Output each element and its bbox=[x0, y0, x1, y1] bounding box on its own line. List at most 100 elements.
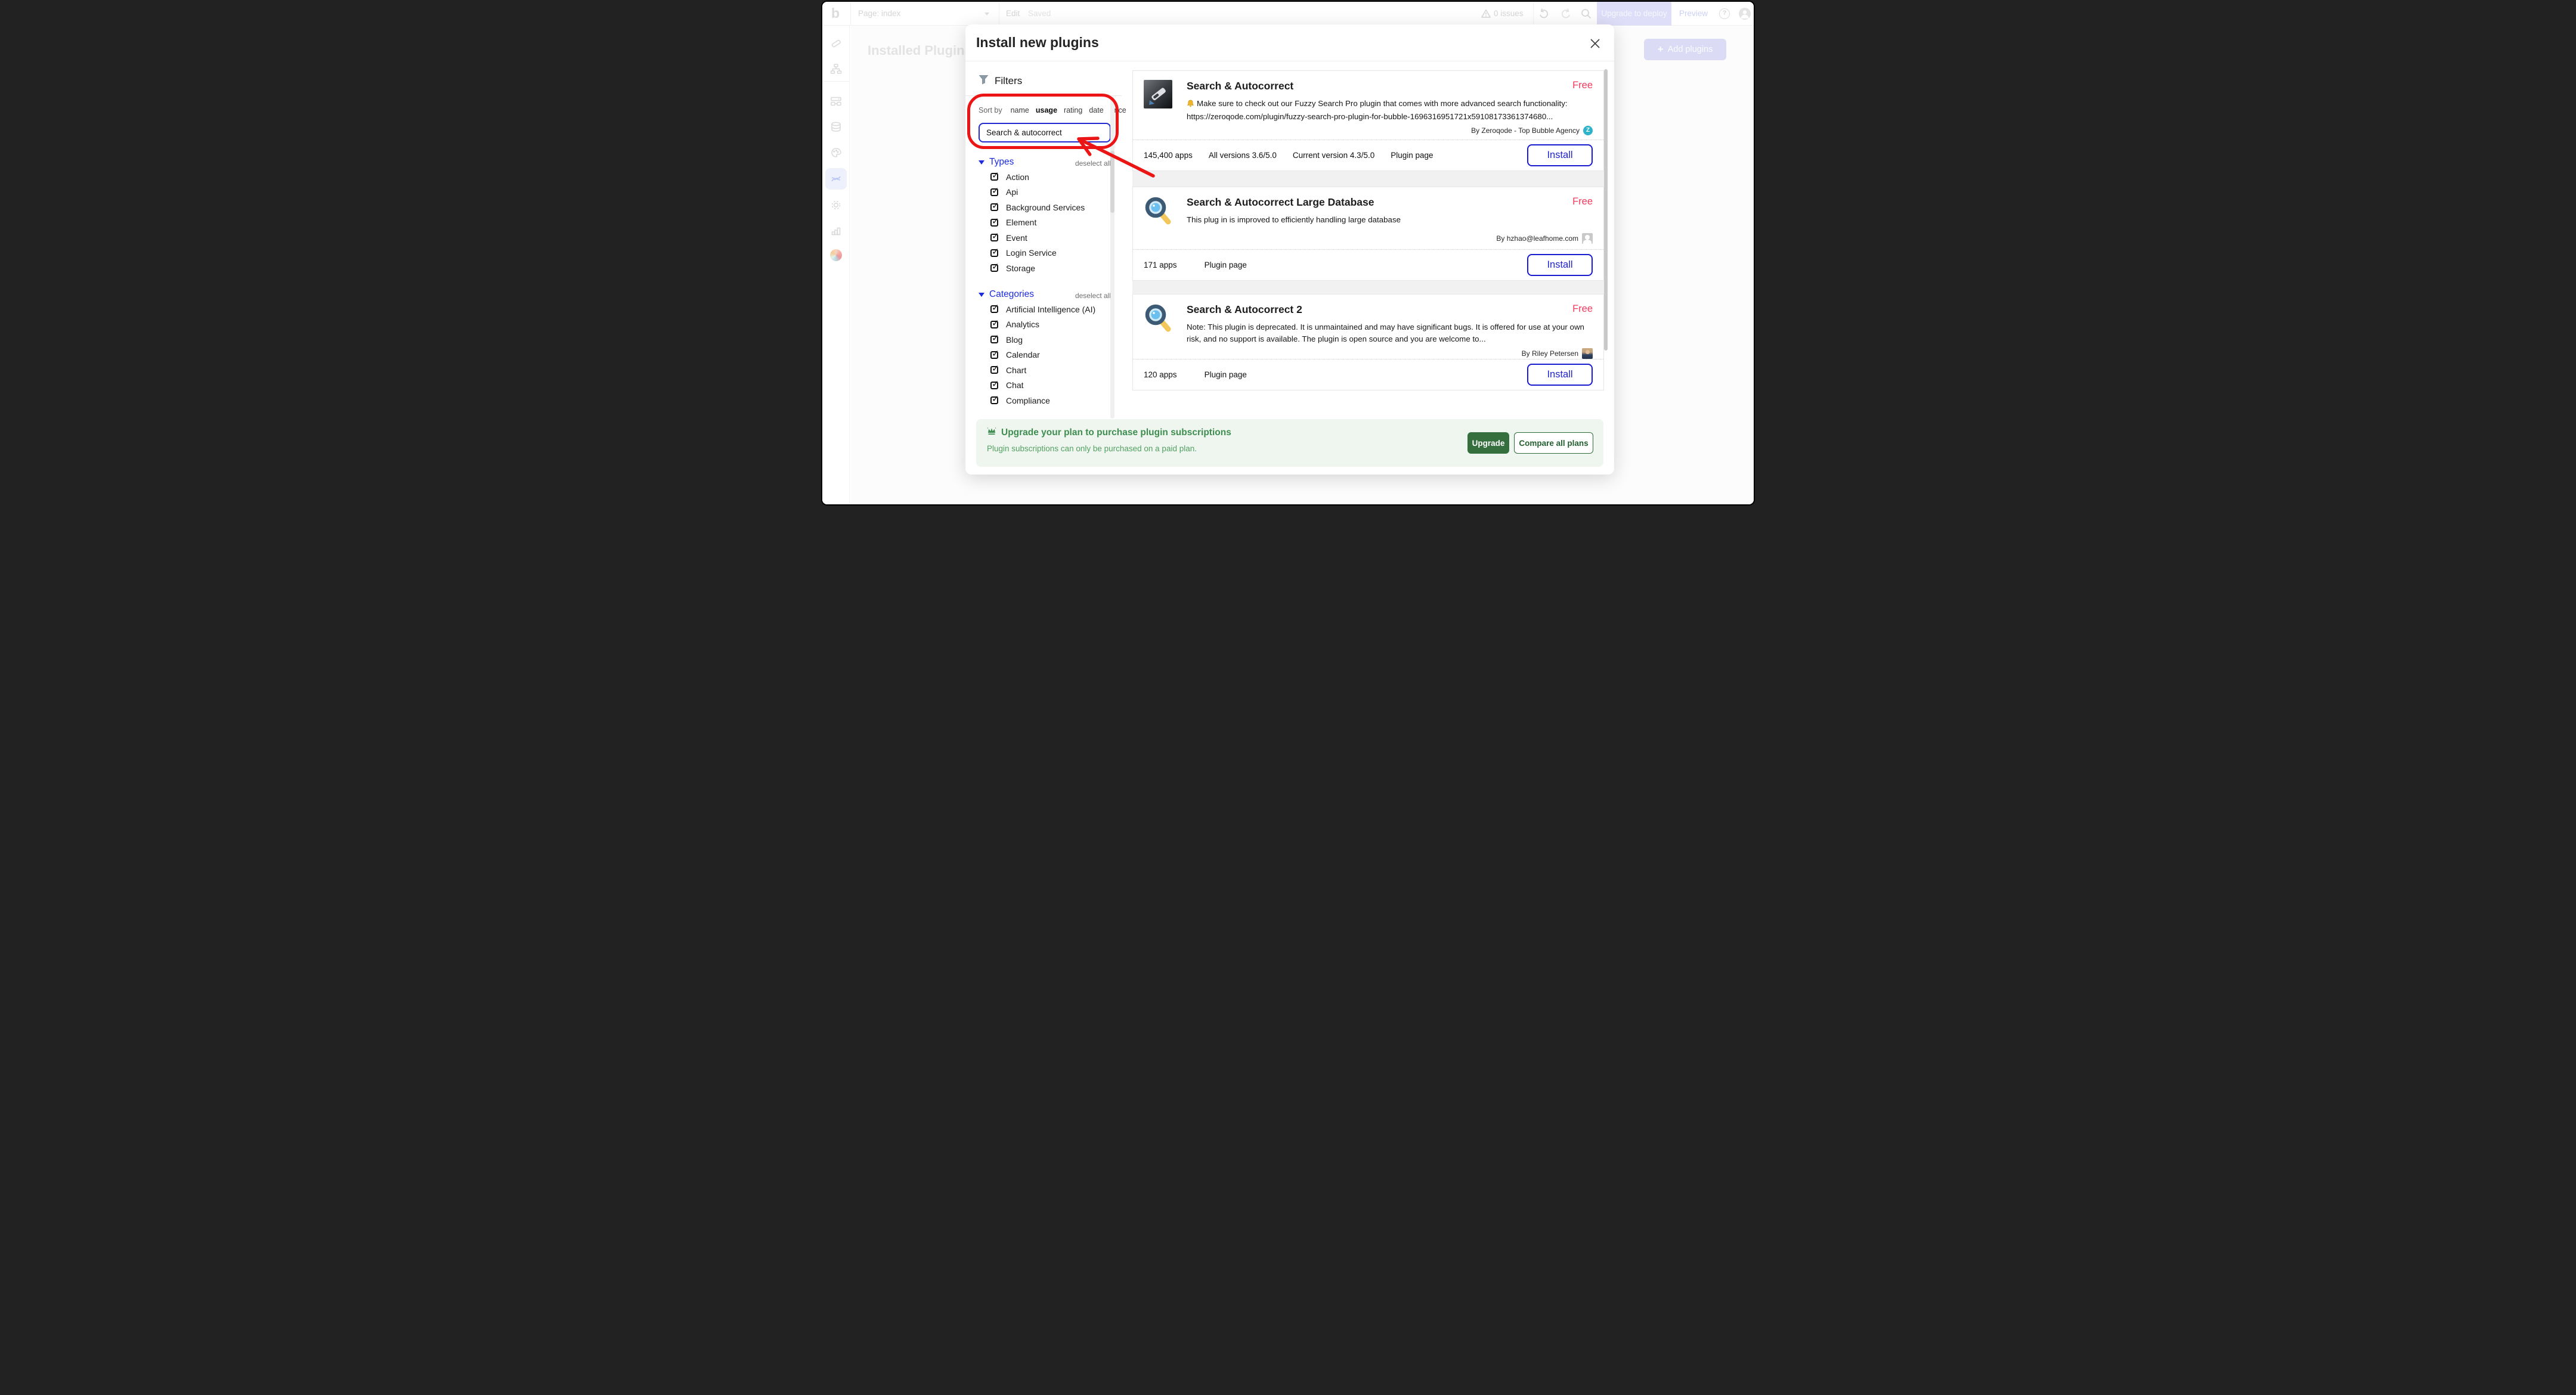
filters-scrollbar-thumb[interactable] bbox=[1110, 151, 1114, 213]
filters-title: Filters bbox=[995, 75, 1022, 87]
category-checkbox-row[interactable]: Chat bbox=[990, 378, 1095, 393]
logs-chart-icon[interactable] bbox=[830, 225, 842, 237]
checkbox-checked-icon[interactable] bbox=[990, 382, 998, 389]
issues-count[interactable]: 0 issues bbox=[1494, 2, 1524, 26]
chevron-down-icon[interactable] bbox=[984, 13, 989, 16]
checkbox-label: Background Services bbox=[1006, 203, 1085, 212]
category-checkbox-row[interactable]: Blog bbox=[990, 332, 1095, 348]
plugins-icon[interactable] bbox=[830, 173, 842, 185]
undo-icon[interactable] bbox=[1538, 8, 1550, 20]
checkbox-checked-icon[interactable] bbox=[990, 203, 998, 211]
type-checkbox-row[interactable]: Api bbox=[990, 185, 1085, 200]
checkbox-label: Artificial Intelligence (AI) bbox=[1006, 305, 1095, 314]
preview-button[interactable]: Preview bbox=[1679, 2, 1708, 26]
app-logo[interactable] bbox=[830, 249, 842, 261]
search-icon[interactable] bbox=[1580, 8, 1592, 20]
checkbox-checked-icon[interactable] bbox=[990, 396, 998, 404]
plugin-name[interactable]: Search & Autocorrect bbox=[1187, 80, 1293, 92]
type-checkbox-row[interactable]: Event bbox=[990, 230, 1085, 246]
plugin-name[interactable]: Search & Autocorrect 2 bbox=[1187, 303, 1302, 316]
app-window: b Page: index Edit Saved 0 issues Upgrad… bbox=[821, 1, 1755, 506]
data-tab-icon[interactable] bbox=[830, 95, 842, 107]
type-checkbox-row[interactable]: Storage bbox=[990, 261, 1085, 276]
page-selector[interactable]: Page: index bbox=[858, 2, 900, 26]
type-checkbox-row[interactable]: Action bbox=[990, 169, 1085, 185]
checkbox-checked-icon[interactable] bbox=[990, 188, 998, 196]
category-checkbox-row[interactable]: Artificial Intelligence (AI) bbox=[990, 302, 1095, 317]
type-checkbox-row[interactable]: Element bbox=[990, 215, 1085, 231]
sort-by-label: Sort by bbox=[979, 106, 1002, 114]
category-checkbox-row[interactable]: Compliance bbox=[990, 393, 1095, 408]
filters-scrollbar-track[interactable] bbox=[1110, 97, 1114, 418]
type-checkbox-row[interactable]: Login Service bbox=[990, 246, 1085, 261]
plugin-card: Search & Autocorrect 2 Free Note: This p… bbox=[1132, 294, 1604, 390]
categories-section-header[interactable]: Categories bbox=[979, 289, 1034, 300]
install-button[interactable]: Install bbox=[1527, 144, 1593, 166]
install-plugins-modal: Install new plugins Filters Sort by name… bbox=[965, 24, 1614, 475]
author-photo-avatar bbox=[1582, 348, 1593, 359]
styles-palette-icon[interactable] bbox=[830, 147, 842, 159]
checkbox-checked-icon[interactable] bbox=[990, 366, 998, 374]
sort-option-name[interactable]: name bbox=[1011, 106, 1029, 114]
category-checkbox-row[interactable]: Calendar bbox=[990, 348, 1095, 363]
byline-text[interactable]: By hzhao@leafhome.com bbox=[1496, 234, 1578, 243]
categories-deselect-all[interactable]: deselect all bbox=[1075, 292, 1111, 300]
checkbox-label: Blog bbox=[1006, 335, 1023, 345]
checkbox-checked-icon[interactable] bbox=[990, 173, 998, 181]
left-sidebar bbox=[822, 26, 850, 506]
checkbox-checked-icon[interactable] bbox=[990, 336, 998, 343]
design-icon[interactable] bbox=[830, 38, 842, 49]
types-deselect-all[interactable]: deselect all bbox=[1075, 159, 1111, 168]
plugin-card-body: Search & Autocorrect Large Database Free… bbox=[1144, 196, 1593, 244]
add-plugins-button[interactable]: + Add plugins bbox=[1644, 39, 1726, 60]
install-button[interactable]: Install bbox=[1527, 364, 1593, 386]
upgrade-button[interactable]: Upgrade bbox=[1467, 432, 1509, 454]
checkbox-checked-icon[interactable] bbox=[990, 305, 998, 313]
checkbox-checked-icon[interactable] bbox=[990, 234, 998, 241]
checkbox-checked-icon[interactable] bbox=[990, 351, 998, 359]
plugin-page-link[interactable]: Plugin page bbox=[1205, 261, 1247, 269]
upgrade-to-deploy-button[interactable]: Upgrade to deploy bbox=[1597, 2, 1671, 26]
types-section-header[interactable]: Types bbox=[979, 157, 1014, 168]
sort-option-date[interactable]: date bbox=[1089, 106, 1103, 114]
plugin-list-scrollbar-thumb[interactable] bbox=[1604, 69, 1608, 351]
checkbox-checked-icon[interactable] bbox=[990, 249, 998, 257]
apps-count: 171 apps bbox=[1144, 261, 1177, 269]
category-checkbox-row[interactable]: Analytics bbox=[990, 317, 1095, 333]
crown-icon bbox=[987, 427, 996, 439]
checkbox-checked-icon[interactable] bbox=[990, 219, 998, 227]
workflow-icon[interactable] bbox=[830, 63, 842, 75]
plus-icon: + bbox=[1658, 44, 1664, 55]
type-checkbox-row[interactable]: Background Services bbox=[990, 200, 1085, 215]
plugin-page-link[interactable]: Plugin page bbox=[1205, 370, 1247, 379]
top-toolbar: b Page: index Edit Saved 0 issues Upgrad… bbox=[822, 2, 1754, 26]
redo-icon[interactable] bbox=[1560, 8, 1572, 20]
category-checkbox-row[interactable]: Chart bbox=[990, 362, 1095, 378]
checkbox-checked-icon[interactable] bbox=[990, 264, 998, 272]
plugin-page-link[interactable]: Plugin page bbox=[1391, 151, 1433, 160]
close-icon[interactable] bbox=[1589, 38, 1601, 49]
warning-triangle-icon bbox=[1481, 8, 1493, 20]
toolbar-divider bbox=[1533, 2, 1534, 26]
checkbox-checked-icon[interactable] bbox=[990, 321, 998, 328]
user-avatar[interactable] bbox=[1739, 8, 1751, 20]
plugin-card-body: Search & Autocorrect Free Make sure to c… bbox=[1144, 80, 1593, 135]
plugin-search-input[interactable] bbox=[979, 123, 1111, 142]
install-button[interactable]: Install bbox=[1527, 254, 1593, 276]
plugin-description-text: This plug in is improved to efficiently … bbox=[1187, 215, 1401, 224]
database-icon[interactable] bbox=[830, 121, 842, 133]
plugin-description: Make sure to check out our Fuzzy Search … bbox=[1187, 98, 1584, 122]
byline-text[interactable]: By Riley Petersen bbox=[1522, 349, 1578, 358]
byline-text[interactable]: By Zeroqode - Top Bubble Agency bbox=[1471, 126, 1580, 135]
caret-down-icon bbox=[979, 160, 984, 165]
settings-gear-icon[interactable] bbox=[830, 199, 842, 211]
plugin-name[interactable]: Search & Autocorrect Large Database bbox=[1187, 196, 1374, 209]
apps-count: 145,400 apps bbox=[1144, 151, 1193, 160]
help-icon[interactable]: ? bbox=[1719, 8, 1730, 19]
plugin-byline: By Riley Petersen bbox=[1187, 348, 1593, 359]
sort-option-rating[interactable]: rating bbox=[1064, 106, 1082, 114]
sort-option-usage[interactable]: usage bbox=[1036, 106, 1057, 114]
compare-all-plans-button[interactable]: Compare all plans bbox=[1514, 432, 1593, 454]
edit-menu[interactable]: Edit bbox=[1006, 2, 1020, 26]
bell-icon bbox=[1187, 99, 1194, 111]
